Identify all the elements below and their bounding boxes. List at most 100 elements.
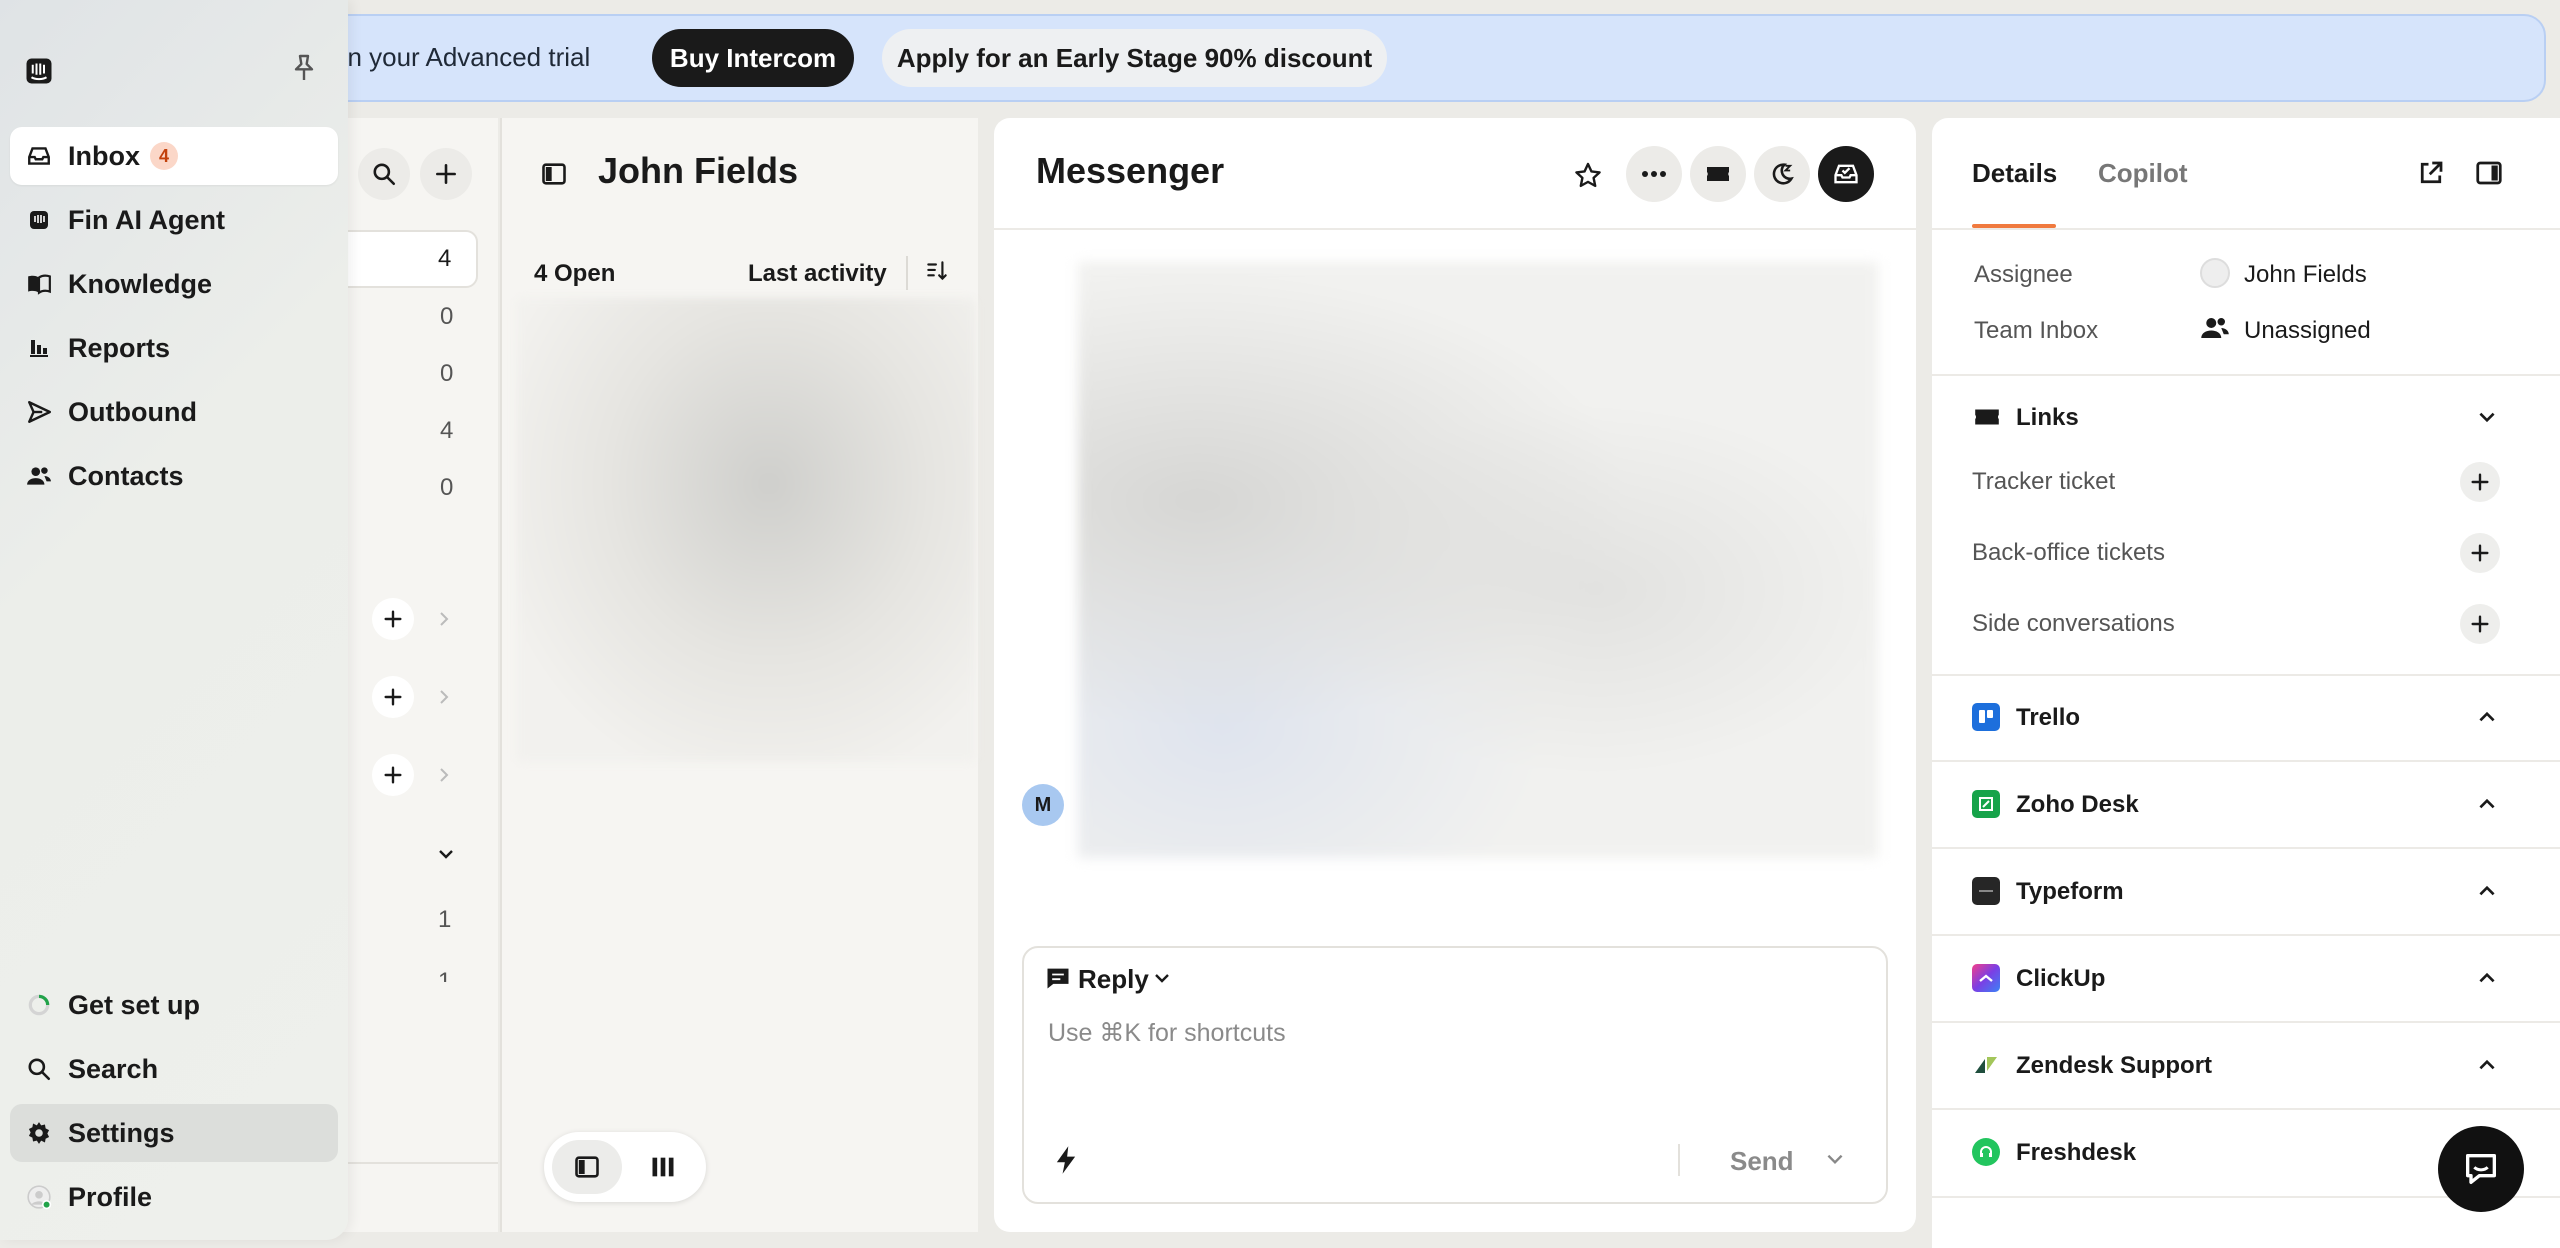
chevron-down-icon[interactable]: [1152, 970, 1172, 986]
nav-item-get-set-up[interactable]: Get set up: [10, 976, 338, 1034]
plus-icon: [384, 688, 402, 706]
inbox-check-icon: [1834, 164, 1858, 184]
nav-item-search[interactable]: Search: [10, 1040, 338, 1098]
nav-item-contacts[interactable]: Contacts: [10, 447, 338, 505]
nav-item-reports[interactable]: Reports: [10, 319, 338, 377]
freshdesk-section-title[interactable]: Freshdesk: [2016, 1139, 2136, 1167]
search-icon: [26, 1056, 52, 1082]
contacts-icon: [26, 463, 52, 489]
chevron-right-icon[interactable]: [436, 766, 452, 784]
nav-item-label: Settings: [68, 1117, 175, 1148]
early-stage-discount-button[interactable]: Apply for an Early Stage 90% discount: [882, 29, 1387, 87]
sort-order-icon[interactable]: [924, 258, 950, 284]
nav-item-outbound[interactable]: Outbound: [10, 383, 338, 441]
plus-icon: [2471, 473, 2489, 491]
avatar: [26, 1184, 52, 1210]
reply-input[interactable]: Use ⌘K for shortcuts: [1048, 1018, 1286, 1048]
ticket-icon: [1975, 409, 1999, 425]
search-icon: [373, 163, 396, 186]
divider: [1932, 847, 2560, 849]
clickup-section-title[interactable]: ClickUp: [2016, 965, 2105, 993]
assignee-value[interactable]: John Fields: [2244, 261, 2367, 289]
zoho-desk-section-title[interactable]: Zoho Desk: [2016, 791, 2139, 819]
nav-item-label: Search: [68, 1053, 159, 1084]
chevron-down-icon[interactable]: [436, 846, 456, 862]
nav-item-knowledge[interactable]: Knowledge: [10, 255, 338, 313]
divider: [1932, 674, 2560, 676]
layout-list-icon: [575, 1156, 599, 1178]
add-back-office-ticket-button[interactable]: [2460, 533, 2500, 573]
layout-columns-icon: [652, 1157, 674, 1177]
more-options-button[interactable]: [1626, 146, 1682, 202]
pin-icon[interactable]: [288, 52, 320, 84]
ticket-button[interactable]: [1690, 146, 1746, 202]
tracker-ticket-label: Tracker ticket: [1972, 468, 2116, 495]
chevron-up-icon[interactable]: [2476, 969, 2498, 987]
messenger-title: Messenger: [1036, 150, 1225, 191]
buy-intercom-button[interactable]: Buy Intercom: [652, 29, 854, 87]
add-side-conversation-button[interactable]: [2460, 604, 2500, 644]
inbox-count: 4: [440, 417, 454, 444]
add-inbox-button[interactable]: [372, 676, 414, 718]
reply-mode-dropdown[interactable]: Reply: [1078, 964, 1149, 995]
zendesk-icon: [1972, 1051, 2000, 1079]
trello-icon: [1972, 703, 2000, 731]
open-filter[interactable]: 4 Open: [534, 260, 615, 288]
add-inbox-button[interactable]: [372, 754, 414, 796]
intercom-logo-icon[interactable]: [24, 56, 54, 86]
chevron-up-icon[interactable]: [2476, 1056, 2498, 1074]
snooze-moon-icon: [1772, 163, 1794, 185]
new-conversation-button[interactable]: [420, 148, 472, 200]
panel-toggle-icon[interactable]: [2474, 158, 2504, 188]
tab-copilot[interactable]: Copilot: [2098, 158, 2188, 189]
chevron-right-icon[interactable]: [436, 610, 452, 628]
team-icon: [2201, 318, 2229, 338]
layout-option-list[interactable]: [552, 1140, 622, 1194]
lightning-icon[interactable]: [1052, 1144, 1080, 1176]
bar-chart-icon: [26, 335, 52, 361]
zoho-desk-icon: [1972, 790, 2000, 818]
tab-details[interactable]: Details: [1972, 158, 2057, 189]
typeform-section-title[interactable]: Typeform: [2016, 878, 2124, 906]
divider: [1932, 228, 2560, 230]
divider: [1932, 374, 2560, 376]
zendesk-section-title[interactable]: Zendesk Support: [2016, 1052, 2212, 1080]
external-link-icon[interactable]: [2416, 158, 2446, 188]
chevron-down-icon[interactable]: [2476, 408, 2498, 426]
side-conversations-label: Side conversations: [1972, 610, 2175, 637]
snooze-button[interactable]: [1754, 146, 1810, 202]
sort-dropdown[interactable]: Last activity: [748, 260, 887, 288]
links-section-title[interactable]: Links: [2016, 404, 2079, 432]
sidebar-toggle-icon[interactable]: [540, 160, 568, 188]
plus-icon: [2471, 544, 2489, 562]
message-content-blurred: [1078, 262, 1878, 858]
star-icon[interactable]: [1572, 160, 1604, 192]
search-inbox-button[interactable]: [358, 148, 410, 200]
nav-item-label: Outbound: [68, 396, 197, 427]
chevron-right-icon[interactable]: [436, 688, 452, 706]
conversation-preview-blurred[interactable]: [516, 298, 976, 762]
close-conversation-button[interactable]: [1818, 146, 1874, 202]
nav-item-inbox[interactable]: Inbox 4: [10, 127, 338, 185]
nav-item-label: Get set up: [68, 989, 201, 1020]
team-inbox-label: Team Inbox: [1974, 317, 2099, 344]
avatar: [2200, 258, 2230, 288]
send-button[interactable]: Send: [1730, 1146, 1794, 1177]
nav-item-settings[interactable]: Settings: [10, 1104, 338, 1162]
chevron-up-icon[interactable]: [2476, 795, 2498, 813]
chevron-up-icon[interactable]: [2476, 708, 2498, 726]
divider: [994, 228, 1916, 230]
inbox-count: 0: [440, 474, 454, 501]
divider: [1932, 1108, 2560, 1110]
team-inbox-value[interactable]: Unassigned: [2244, 317, 2371, 345]
layout-option-columns[interactable]: [628, 1140, 698, 1194]
nav-item-fin-ai-agent[interactable]: Fin AI Agent: [10, 191, 338, 249]
add-inbox-button[interactable]: [372, 598, 414, 640]
add-tracker-ticket-button[interactable]: [2460, 462, 2500, 502]
nav-item-label: Inbox: [68, 140, 140, 171]
chevron-down-icon[interactable]: [1824, 1150, 1846, 1168]
trello-section-title[interactable]: Trello: [2016, 704, 2080, 732]
chevron-up-icon[interactable]: [2476, 882, 2498, 900]
messenger-launcher-button[interactable]: [2438, 1126, 2524, 1212]
nav-item-profile[interactable]: Profile: [10, 1168, 338, 1226]
